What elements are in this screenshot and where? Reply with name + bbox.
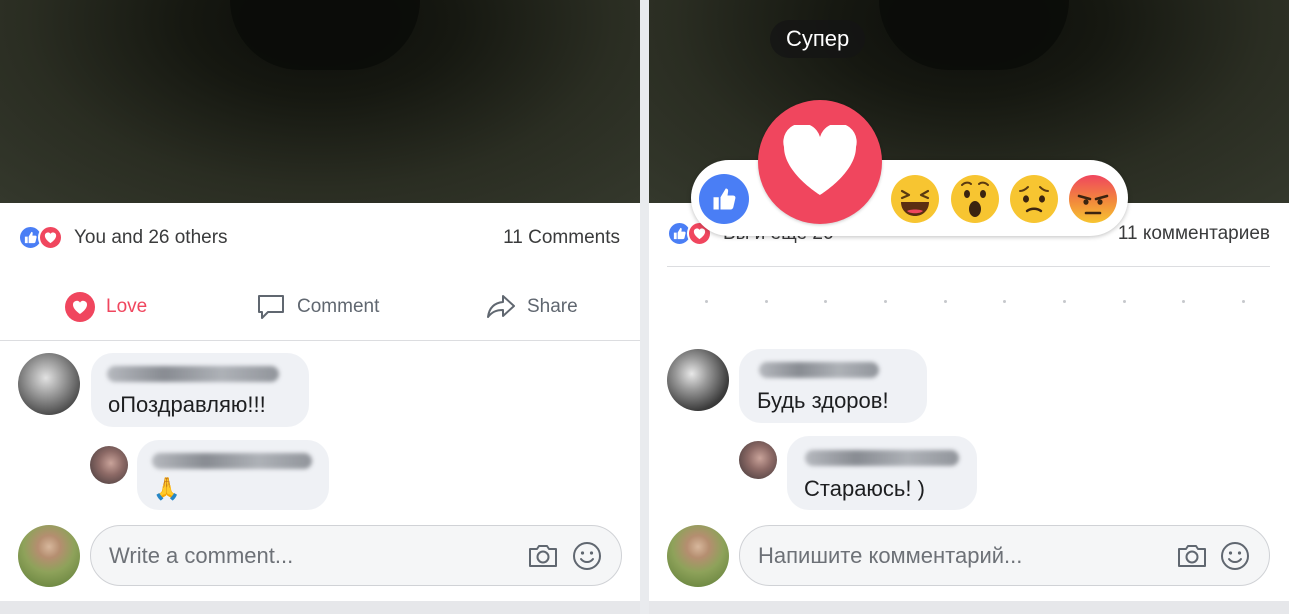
haha-icon[interactable] — [890, 174, 940, 224]
reaction-icons — [18, 225, 70, 251]
wow-icon[interactable] — [950, 174, 1000, 224]
sad-icon[interactable] — [1009, 174, 1059, 224]
reply-author-name[interactable] — [152, 453, 312, 469]
comment-button[interactable]: Comment — [255, 290, 379, 324]
current-user-avatar — [667, 525, 729, 587]
comment-input-placeholder: Напишите комментарий... — [758, 543, 1023, 568]
loading-dots — [705, 300, 1245, 303]
love-icon — [783, 125, 857, 195]
divider — [667, 266, 1270, 267]
avatar[interactable] — [18, 353, 80, 415]
share-icon — [487, 295, 515, 318]
avatar[interactable] — [667, 349, 729, 411]
comment-icon — [258, 295, 284, 319]
love-reaction-highlighted[interactable] — [758, 100, 882, 224]
current-user-avatar — [18, 525, 80, 587]
avatar[interactable] — [90, 446, 128, 484]
camera-icon[interactable] — [527, 540, 559, 572]
comment-bubble[interactable]: оПоздравляю!!! — [91, 353, 309, 427]
reply-text: Стараюсь! ) — [804, 476, 925, 501]
reaction-picker — [691, 160, 1128, 236]
divider — [0, 340, 640, 341]
comment-bubble[interactable]: Будь здоров! — [739, 349, 927, 423]
comments-count[interactable]: 11 комментариев — [1118, 223, 1270, 245]
reply-bubble[interactable]: Стараюсь! ) — [787, 436, 977, 510]
post-photo[interactable] — [0, 0, 640, 203]
comment-text: Будь здоров! — [757, 388, 889, 413]
love-icon — [38, 225, 63, 250]
reply-emoji: 🙏 — [153, 476, 181, 501]
reactions-summary-text[interactable]: You and 26 others — [74, 227, 228, 249]
smiley-icon[interactable] — [1219, 540, 1251, 572]
bottom-bar — [0, 601, 640, 614]
write-comment-row: Write a comment... — [0, 525, 640, 589]
love-button[interactable]: Love — [64, 290, 147, 324]
panel-separator — [640, 0, 649, 614]
like-icon — [713, 188, 736, 210]
camera-icon[interactable] — [1176, 540, 1208, 572]
reaction-tooltip: Супер — [770, 20, 866, 58]
smiley-icon[interactable] — [571, 540, 603, 572]
comments-count[interactable]: 11 Comments — [503, 227, 620, 249]
reply-bubble[interactable]: 🙏 — [137, 440, 329, 510]
comment-author-name[interactable] — [759, 362, 879, 378]
like-reaction[interactable] — [699, 174, 749, 224]
reactions-summary[interactable]: You and 26 others 11 Comments — [0, 222, 640, 252]
post-panel-english: You and 26 others 11 Comments Love Comme… — [0, 0, 640, 614]
post-panel-russian: Вы и еще 26 11 комментариев Будь здоров!… — [649, 0, 1289, 614]
comment-input-placeholder: Write a comment... — [109, 543, 294, 568]
avatar[interactable] — [739, 441, 777, 479]
angry-icon[interactable] — [1068, 174, 1118, 224]
action-bar: Love Comment Share — [0, 280, 640, 332]
share-button[interactable]: Share — [485, 290, 578, 324]
comment-input[interactable]: Write a comment... — [90, 525, 622, 586]
love-label: Love — [106, 296, 148, 317]
share-label: Share — [527, 296, 578, 317]
write-comment-row: Напишите комментарий... — [649, 525, 1289, 589]
comment-input[interactable]: Напишите комментарий... — [739, 525, 1270, 586]
bottom-bar — [649, 601, 1289, 614]
comment-author-name[interactable] — [107, 366, 279, 382]
reply-author-name[interactable] — [805, 450, 959, 466]
comment-label: Comment — [297, 296, 380, 317]
comment-text: оПоздравляю!!! — [108, 392, 266, 417]
love-icon — [65, 292, 95, 322]
